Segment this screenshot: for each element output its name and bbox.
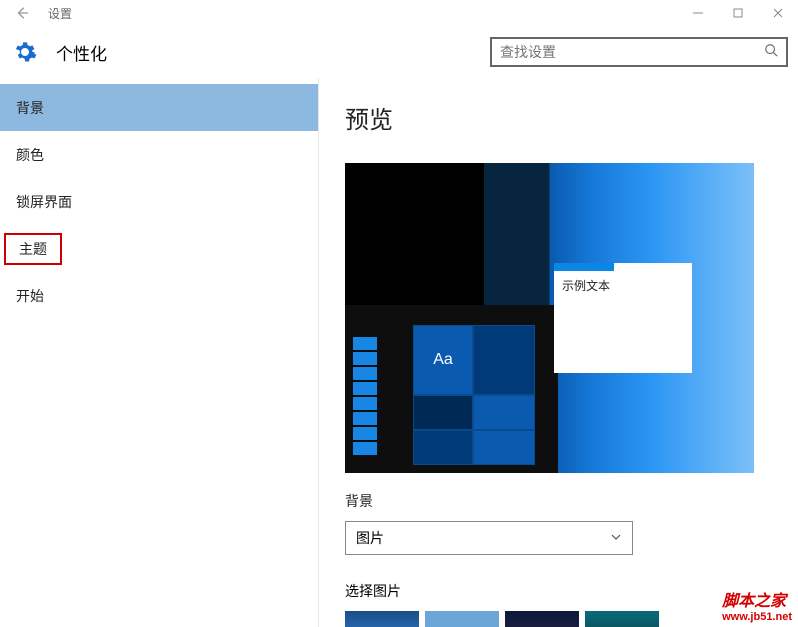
search-box[interactable] [490,37,788,67]
preview-tile: Aa [413,325,473,395]
watermark: 脚本之家 www.jb51.net [722,587,792,623]
picture-thumbnail[interactable] [425,611,499,627]
preview-tile [413,430,473,465]
sidebar: 背景 颜色 锁屏界面 主题 开始 [0,78,318,627]
maximize-button[interactable] [718,0,758,26]
preview-tile [473,325,535,395]
watermark-text: 脚本之家 [722,593,786,610]
minimize-icon [693,8,703,18]
gear-icon [12,39,38,65]
watermark-url: www.jb51.net [722,611,792,623]
sidebar-label: 背景 [16,98,44,118]
chevron-down-icon [610,530,622,546]
sidebar-item-lockscreen[interactable]: 锁屏界面 [0,178,318,225]
picture-thumbnail[interactable] [345,611,419,627]
window-controls [678,0,798,26]
main: 背景 颜色 锁屏界面 主题 开始 预览 Aa 示例文本 背景 图片 [0,78,798,627]
preview-sample-window: 示例文本 [554,263,692,373]
maximize-icon [733,8,743,18]
picture-thumbnail[interactable] [585,611,659,627]
picture-thumbnail[interactable] [505,611,579,627]
background-type-combo[interactable]: 图片 [345,521,633,555]
sidebar-label: 开始 [16,286,44,306]
arrow-left-icon [15,6,29,20]
back-button[interactable] [8,3,36,23]
sidebar-label: 锁屏界面 [16,192,72,212]
preview-tile [473,430,535,465]
page-heading: 个性化 [56,40,107,65]
sidebar-item-start[interactable]: 开始 [0,272,318,319]
preview-title: 预览 [345,100,798,135]
search-icon [764,43,778,62]
sidebar-label: 颜色 [16,145,44,165]
content: 预览 Aa 示例文本 背景 图片 选择图片 [318,78,798,627]
sidebar-item-colors[interactable]: 颜色 [0,131,318,178]
preview-sample-text: 示例文本 [554,271,692,300]
sidebar-label: 主题 [19,239,47,259]
header: 个性化 [0,26,798,78]
minimize-button[interactable] [678,0,718,26]
search-input[interactable] [500,44,764,60]
sidebar-item-themes[interactable]: 主题 [4,233,62,265]
window-title: 设置 [48,5,72,22]
sidebar-item-background[interactable]: 背景 [0,84,318,131]
preview-start-strip [353,337,377,465]
close-button[interactable] [758,0,798,26]
preview-tile [413,395,473,430]
preview-tile [473,395,535,430]
desktop-preview: Aa 示例文本 [345,163,754,473]
preview-tiles: Aa [413,325,535,465]
titlebar: 设置 [0,0,798,26]
preview-window-titlebar [554,263,614,271]
background-label: 背景 [345,491,798,511]
combo-value: 图片 [356,528,384,548]
close-icon [773,8,783,18]
